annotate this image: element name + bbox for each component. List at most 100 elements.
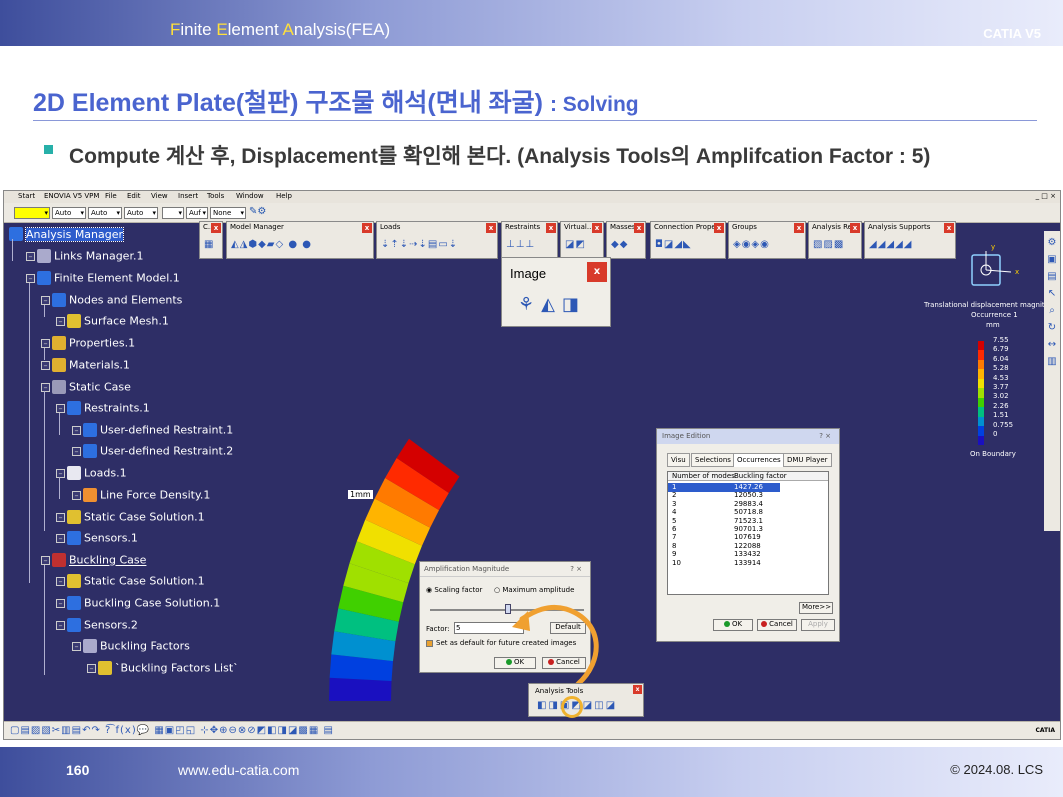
header-title-part: E bbox=[216, 20, 228, 39]
legend-value: 6.04 bbox=[993, 354, 1009, 363]
legend-on-boundary: On Boundary bbox=[970, 450, 1016, 458]
legend-swatch bbox=[978, 359, 984, 370]
factor-label: Factor: bbox=[426, 625, 450, 633]
page-number: 160 bbox=[66, 762, 90, 778]
plate-band bbox=[329, 677, 392, 701]
legend-swatch bbox=[978, 435, 984, 445]
buckling-factor-value: 12050.3 bbox=[734, 491, 763, 500]
slide: Finite Element Analysis(FEA) CATIA V5 2D… bbox=[0, 0, 1063, 797]
slide-header-band: Finite Element Analysis(FEA) CATIA V5 bbox=[0, 0, 1063, 46]
amp-cancel-button[interactable]: Cancel bbox=[542, 657, 586, 669]
view-icon[interactable]: ▣ bbox=[1044, 254, 1060, 265]
apply-button[interactable]: Apply bbox=[801, 619, 835, 631]
tab-dmu-player[interactable]: DMU Player bbox=[783, 453, 832, 467]
legend-unit: mm bbox=[986, 321, 1000, 329]
rotate-icon[interactable]: ↻ bbox=[1044, 322, 1060, 333]
mode-number: 10 bbox=[672, 558, 681, 567]
legend-value: 2.26 bbox=[993, 401, 1009, 410]
legend-value: 7.55 bbox=[993, 336, 1009, 344]
legend-value: 6.79 bbox=[993, 345, 1009, 354]
image-edition-dialog: Image Edition ? × Visu Selections Occurr… bbox=[656, 428, 840, 642]
mode-number: 9 bbox=[672, 550, 677, 559]
compass-axis-icon[interactable]: y x bbox=[969, 241, 1029, 291]
amp-ok-button[interactable]: OK bbox=[494, 657, 536, 669]
footer-copyright: © 2024.08. LCS bbox=[950, 762, 1043, 777]
heading-rule bbox=[33, 120, 1037, 121]
factor-slider-thumb[interactable] bbox=[505, 604, 511, 614]
legend-value: 0.755 bbox=[993, 420, 1014, 429]
col-number-of-modes: Number of modes bbox=[672, 472, 735, 480]
analysis-tools-close-icon[interactable]: x bbox=[633, 685, 642, 694]
zoom-icon[interactable]: ⌕ bbox=[1044, 305, 1060, 316]
mode-number: 7 bbox=[672, 533, 677, 542]
slide-header-title: Finite Element Analysis(FEA) bbox=[170, 20, 390, 40]
tab-visu[interactable]: Visu bbox=[667, 453, 690, 467]
legend-swatch bbox=[978, 407, 984, 417]
mode-number: 6 bbox=[672, 525, 677, 533]
panel-icon[interactable]: ▤ bbox=[1044, 271, 1060, 282]
image-edition-controls[interactable]: ? × bbox=[819, 432, 831, 440]
buckling-factor-value: 122088 bbox=[734, 541, 761, 550]
default-button[interactable]: Default bbox=[550, 622, 586, 634]
legend-swatch bbox=[978, 350, 984, 360]
scale-label: 1mm bbox=[348, 490, 373, 499]
ok-button[interactable]: OK bbox=[713, 619, 753, 631]
analysis-tools-title: Analysis Tools bbox=[535, 687, 584, 695]
buckling-factor-value: 90701.3 bbox=[734, 525, 763, 533]
buckling-factor-value: 133432 bbox=[734, 550, 761, 559]
catia-window: Start ENOVIA V5 VPM File Edit View Insert Tool… bbox=[3, 190, 1061, 740]
header-title-part: F bbox=[170, 20, 181, 39]
tab-selections[interactable]: Selections bbox=[691, 453, 735, 467]
buckling-factor-value: 29883.4 bbox=[734, 499, 763, 508]
header-title-part: inite bbox=[180, 20, 217, 39]
cancel-button[interactable]: Cancel bbox=[757, 619, 797, 631]
list-item[interactable]: 10 133914 bbox=[668, 559, 780, 568]
legend-swatch bbox=[978, 341, 984, 351]
right-toolbar: ⚙ ▣ ▤ ↖ ⌕ ↻ ↔ ▥ bbox=[1044, 231, 1060, 531]
set-default-checkbox[interactable]: Set as default for future created images bbox=[426, 639, 576, 647]
header-title-part: A bbox=[282, 20, 294, 39]
occurrence-list[interactable]: Number of modes Buckling factor 1 1427.26… bbox=[667, 471, 829, 595]
set-default-label: Set as default for future created images bbox=[436, 639, 577, 647]
slide-header-brand: CATIA V5 bbox=[983, 26, 1041, 41]
gear-icon[interactable]: ⚙ bbox=[1044, 237, 1060, 248]
mode-number: 2 bbox=[672, 491, 677, 500]
amplification-highlight-ring bbox=[561, 696, 583, 718]
occurrence-list-header: Number of modes Buckling factor bbox=[668, 472, 828, 481]
legend-swatch bbox=[978, 388, 984, 398]
amplification-controls[interactable]: ? × bbox=[570, 565, 582, 573]
factor-input[interactable]: 5 bbox=[454, 622, 524, 634]
maximum-amplitude-radio[interactable]: ○ Maximum amplitude bbox=[494, 586, 574, 594]
buckling-factor-value: 107619 bbox=[734, 533, 761, 542]
legend-title: Translational displacement magnit bbox=[924, 301, 1045, 309]
slide-heading: 2D Element Plate(철판) 구조물 해석(면내 좌굴) : Sol… bbox=[33, 83, 639, 119]
mode-number: 5 bbox=[672, 516, 677, 525]
legend-value: 3.02 bbox=[993, 392, 1009, 401]
measure-icon[interactable]: ↔ bbox=[1044, 339, 1060, 350]
tab-occurrences[interactable]: Occurrences bbox=[733, 453, 785, 467]
bottom-toolbar: ▢▤▨▧✂▥▤↶↷ ?͡ f(x)💬 ▦▣◰◱ ⊹✥⊕⊖⊗⊘◩◧◨◪▩▦ ▤ C… bbox=[4, 721, 1060, 739]
legend-value: 3.77 bbox=[993, 383, 1009, 392]
amplification-magnitude-dialog: Amplification Magnitude ? × ◉ Scaling fa… bbox=[419, 561, 591, 673]
legend-values: 7.55 6.79 6.04 5.28 4.53 3.77 3.02 2.26 1.51 0.75… bbox=[993, 336, 1013, 439]
image-edition-titlebar: Image Edition ? × bbox=[657, 429, 839, 444]
more-button[interactable]: More>> bbox=[799, 602, 833, 614]
buckling-factor-value: 71523.1 bbox=[734, 516, 763, 525]
legend-swatch bbox=[978, 378, 984, 389]
bottom-toolbar-icons[interactable]: ▢▤▨▧✂▥▤↶↷ ?͡ f(x)💬 ▦▣◰◱ ⊹✥⊕⊖⊗⊘◩◧◨◪▩▦ ▤ bbox=[10, 725, 334, 736]
legend-swatch bbox=[978, 369, 984, 379]
col-buckling-factor: Buckling factor bbox=[734, 472, 787, 480]
header-title-part: nalysis(FEA) bbox=[293, 20, 391, 39]
inertia-icon[interactable]: ▥ bbox=[1044, 356, 1060, 367]
buckling-factor-value: 1427.26 bbox=[734, 483, 763, 491]
select-icon[interactable]: ↖ bbox=[1044, 288, 1060, 299]
amplification-titlebar: Amplification Magnitude ? × bbox=[420, 562, 590, 577]
scaling-factor-radio[interactable]: ◉ Scaling factor bbox=[426, 586, 482, 594]
buckling-factor-value: 133914 bbox=[734, 558, 761, 567]
legend-color-bar bbox=[978, 341, 984, 445]
slide-heading-sub: : Solving bbox=[549, 93, 639, 116]
legend-occurrence: Occurrence 1 bbox=[971, 311, 1018, 319]
amplification-title: Amplification Magnitude bbox=[424, 565, 510, 573]
legend-swatch bbox=[978, 426, 984, 436]
mode-number: 1 bbox=[672, 483, 677, 491]
